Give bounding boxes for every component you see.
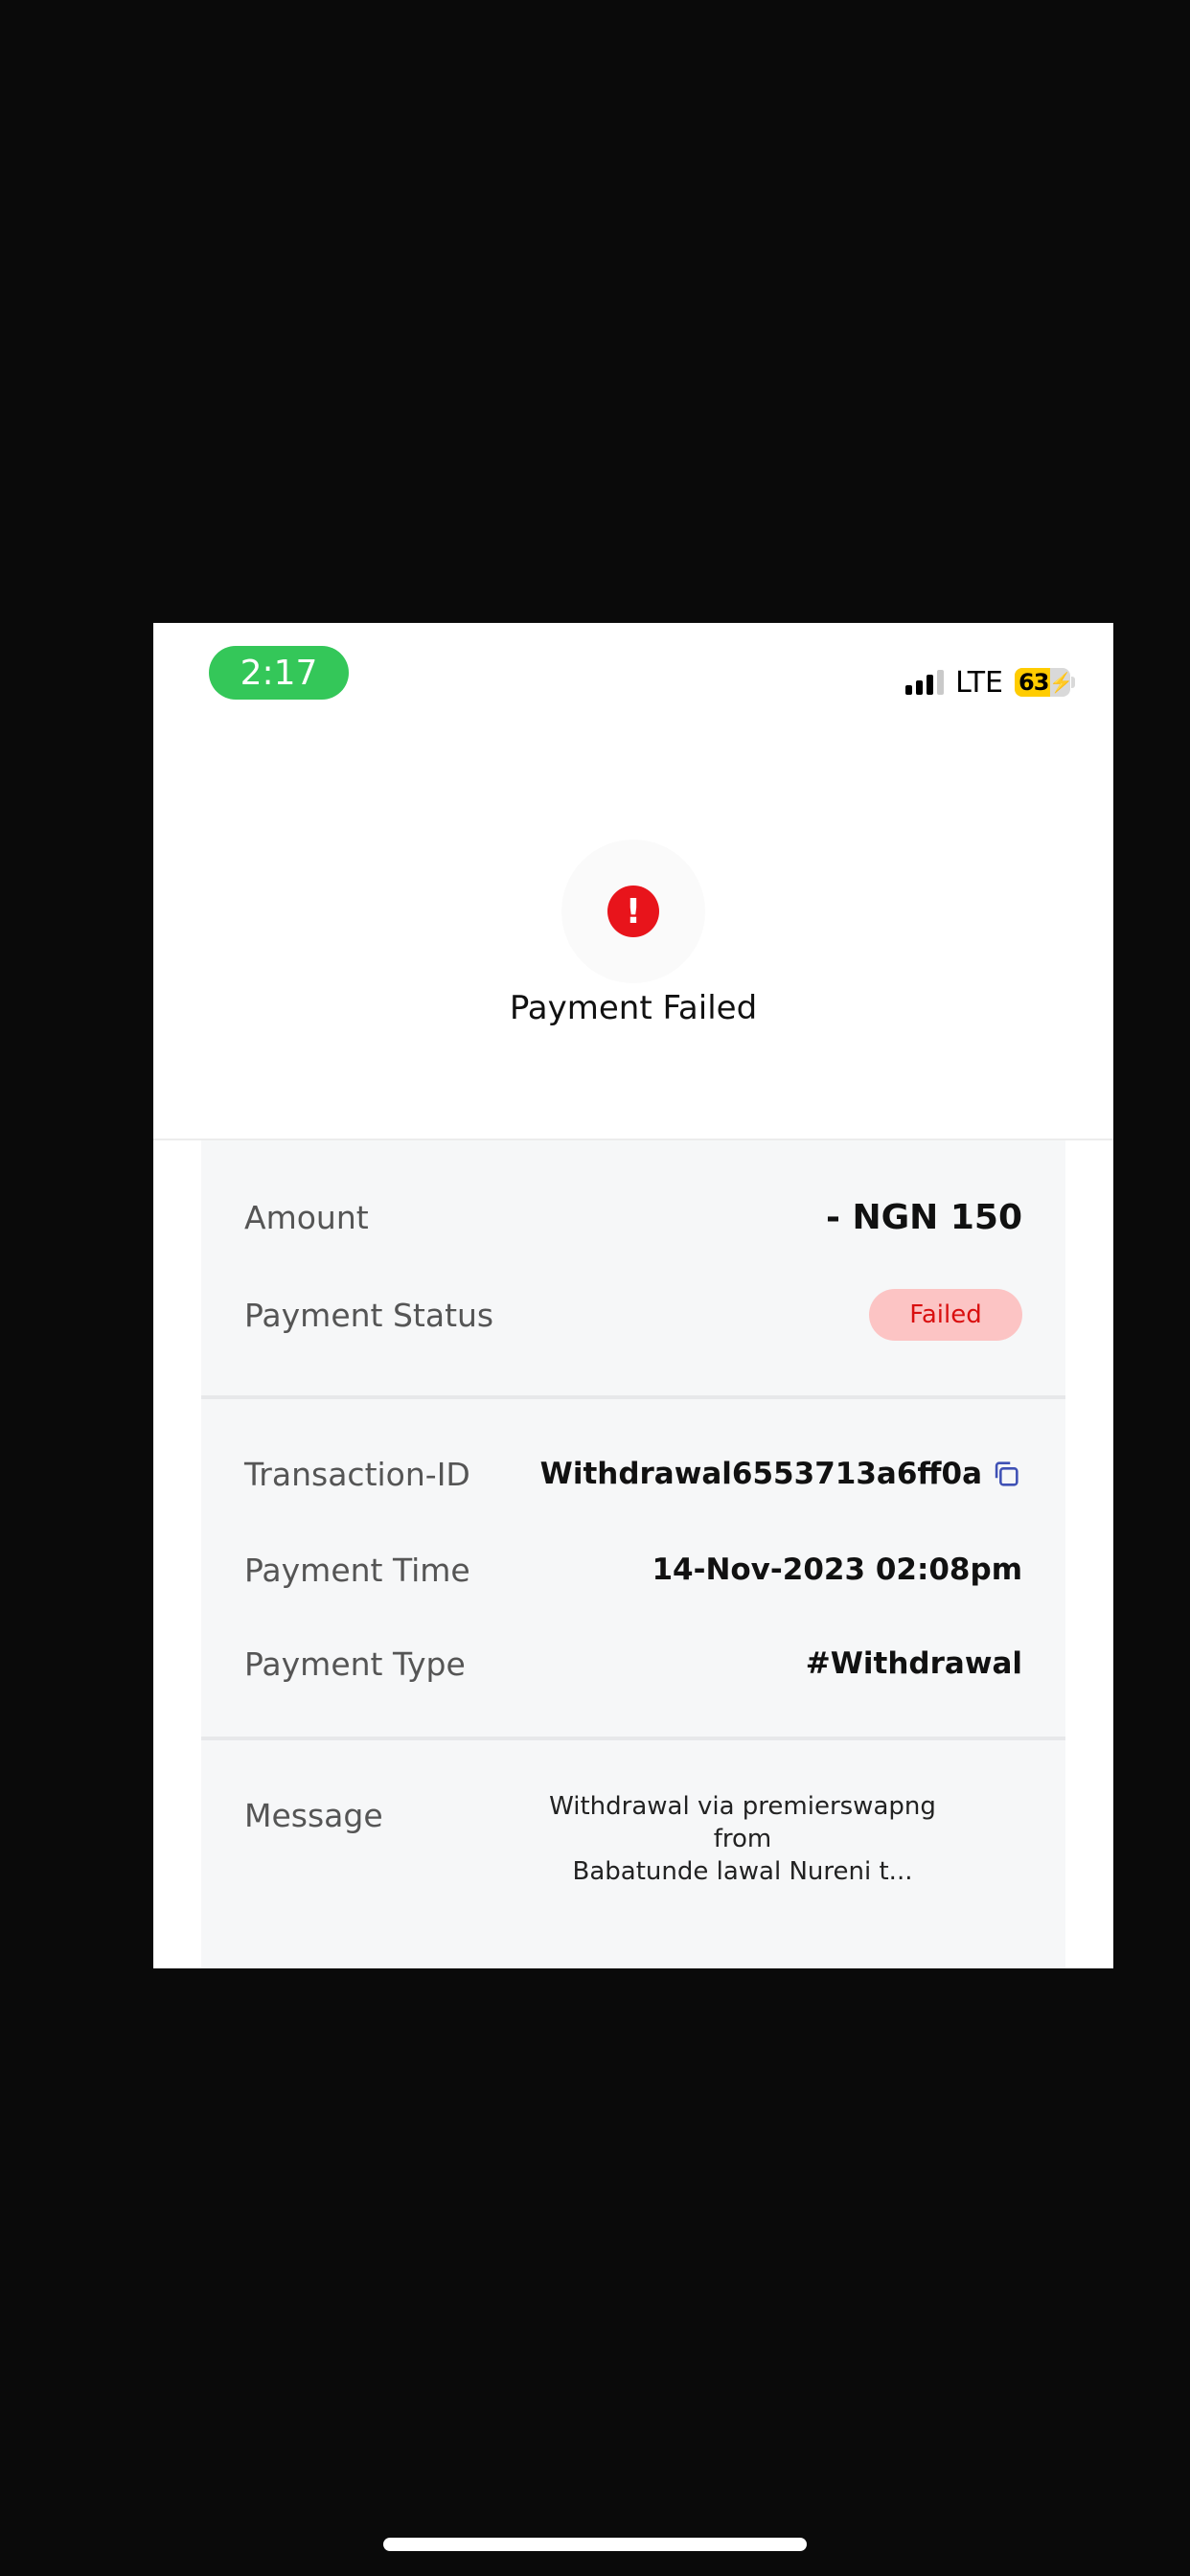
message-value: Withdrawal via premierswapng from Babatu… <box>527 1790 958 1888</box>
status-time[interactable]: 2:17 <box>209 646 349 700</box>
transaction-id-row: Transaction-ID Withdrawal6553713a6ff0a <box>244 1443 1022 1505</box>
amount-label: Amount <box>244 1198 369 1236</box>
message-line-2: Babatunde lawal Nureni t... <box>572 1857 913 1886</box>
payment-time-row: Payment Time 14-Nov-2023 02:08pm <box>244 1539 1022 1600</box>
status-indicators: LTE 63 ⚡ <box>905 663 1075 702</box>
section-divider <box>201 1395 1065 1399</box>
payment-time-value: 14-Nov-2023 02:08pm <box>652 1552 1022 1587</box>
payment-status-label: Payment Status <box>244 1296 494 1334</box>
signal-icon <box>905 670 945 695</box>
payment-type-label: Payment Type <box>244 1644 466 1683</box>
section-divider <box>201 1736 1065 1740</box>
transaction-id-value: Withdrawal6553713a6ff0a <box>539 1457 982 1491</box>
status-badge: Failed <box>869 1289 1022 1341</box>
payment-type-row: Payment Type #Withdrawal <box>244 1633 1022 1694</box>
message-label: Message <box>244 1796 383 1834</box>
transaction-id-label: Transaction-ID <box>244 1455 470 1493</box>
amount-row: Amount - NGN 150 <box>244 1186 1022 1248</box>
amount-value: - NGN 150 <box>826 1197 1022 1237</box>
message-line-1: Withdrawal via premierswapng from <box>549 1792 936 1853</box>
alert-exclamation-icon: ! <box>607 886 659 937</box>
copy-icon[interactable] <box>990 1458 1022 1490</box>
home-indicator[interactable] <box>383 2538 807 2551</box>
app-screen: 2:17 LTE 63 ⚡ ! Payment Failed Amount - … <box>153 623 1113 1968</box>
payment-type-value: #Withdrawal <box>805 1646 1022 1681</box>
charging-icon: ⚡ <box>1049 672 1070 694</box>
payment-time-label: Payment Time <box>244 1551 470 1589</box>
battery-icon: 63 ⚡ <box>1015 668 1075 697</box>
status-icon-halo: ! <box>561 840 705 983</box>
payment-status-row: Payment Status Failed <box>244 1284 1022 1346</box>
network-type: LTE <box>955 665 1003 700</box>
payment-details-card: Amount - NGN 150 Payment Status Failed T… <box>201 1140 1065 1968</box>
battery-level: 63 <box>1018 669 1049 696</box>
page-title: Payment Failed <box>509 989 758 1027</box>
